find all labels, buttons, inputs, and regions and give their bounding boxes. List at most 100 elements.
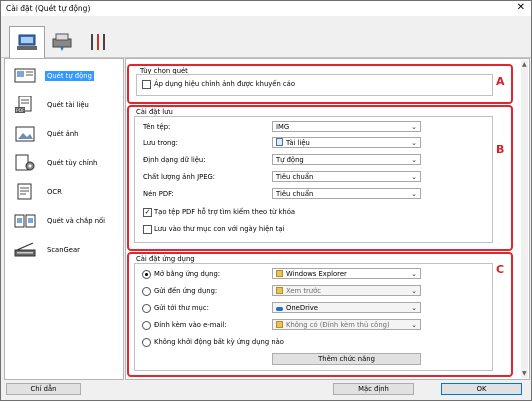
- no-app-radio[interactable]: [142, 338, 151, 347]
- preview-app-icon: [276, 287, 283, 294]
- data-format-value: Tự động: [276, 156, 304, 164]
- save-in-label: Lưu trong:: [143, 139, 178, 147]
- sidebar-item-scan-stitch[interactable]: Quét và chắp nối: [5, 207, 123, 236]
- pdf-compress-select[interactable]: Tiêu chuẩn ⌄: [272, 188, 421, 199]
- send-to-folder-label: Gửi tới thư mục:: [154, 304, 209, 312]
- defaults-button[interactable]: Mặc định: [333, 383, 414, 395]
- photo-scan-icon: [15, 126, 35, 142]
- sidebar-item-label: Quét và chắp nối: [47, 217, 106, 225]
- scroll-up-icon[interactable]: ▲: [522, 61, 527, 68]
- scan-from-computer-icon: [17, 34, 37, 50]
- chevron-down-icon[interactable]: ⌄: [411, 286, 417, 297]
- scan-from-panel-icon: [52, 33, 72, 51]
- attach-email-label: Đính kèm vào e-mail:: [154, 321, 227, 329]
- sidebar-item-label: Quét tùy chỉnh: [47, 159, 98, 167]
- sidebar-item-label: ScanGear: [47, 246, 80, 254]
- file-name-label: Tên tệp:: [143, 123, 171, 131]
- no-app-label: Không khởi động bất kỳ ứng dụng nào: [154, 338, 284, 346]
- sidebar-item-scangear[interactable]: ScanGear: [5, 236, 123, 265]
- callout-letter-c: C: [496, 263, 505, 276]
- pdf-compress-value: Tiêu chuẩn: [276, 190, 314, 198]
- save-settings-title: Cài đặt lưu: [136, 108, 173, 116]
- onedrive-icon: [276, 307, 283, 311]
- settings-window: Cài đặt (Quét tự động) ✕ Quét tự động PD…: [0, 0, 532, 401]
- send-to-app-value: Xem trước: [286, 287, 321, 295]
- ok-button[interactable]: OK: [441, 383, 522, 395]
- sidebar-item-label: OCR: [47, 188, 62, 196]
- save-in-combo[interactable]: Tài liệu ⌄: [272, 137, 421, 148]
- chevron-down-icon[interactable]: ⌄: [411, 138, 417, 149]
- chevron-down-icon[interactable]: ⌄: [411, 303, 417, 314]
- attach-email-select[interactable]: Không có (Đính kèm thủ công) ⌄: [272, 319, 421, 330]
- sidebar-item-ocr[interactable]: OCR: [5, 178, 123, 207]
- title-bar: Cài đặt (Quét tự động) ✕: [1, 1, 531, 16]
- tools-icon: [91, 34, 105, 50]
- send-to-folder-value: OneDrive: [286, 304, 318, 312]
- custom-scan-icon: [15, 154, 35, 171]
- open-with-value: Windows Explorer: [286, 270, 347, 278]
- attach-email-value: Không có (Đính kèm thủ công): [286, 321, 390, 329]
- tab-tools[interactable]: [81, 27, 115, 57]
- svg-text:PDF: PDF: [16, 108, 25, 114]
- top-tab-bar: [1, 17, 531, 58]
- jpeg-quality-label: Chất lượng ảnh JPEG:: [143, 173, 216, 181]
- chevron-down-icon[interactable]: ⌄: [411, 155, 417, 166]
- chevron-down-icon[interactable]: ⌄: [411, 122, 417, 133]
- sidebar-item-auto-scan[interactable]: Quét tự động: [5, 62, 123, 91]
- file-name-combo[interactable]: IMG ⌄: [272, 121, 421, 132]
- subfolder-date-checkbox[interactable]: [143, 225, 152, 234]
- subfolder-date-label: Lưu vào thư mục con với ngày hiện tại: [154, 225, 285, 233]
- jpeg-quality-select[interactable]: Tiêu chuẩn ⌄: [272, 171, 421, 182]
- send-to-app-select[interactable]: Xem trước ⌄: [272, 285, 421, 296]
- settings-content: ▲ ▼ A Tùy chọn quét Áp dụng hiệu chỉnh ả…: [125, 58, 530, 380]
- app-settings-title: Cài đặt ứng dụng: [136, 255, 195, 263]
- searchable-pdf-checkbox[interactable]: ✓: [143, 208, 152, 217]
- scan-mode-sidebar: Quét tự động PDF Quét tài liệu Quét ảnh …: [4, 58, 124, 380]
- save-in-value: Tài liệu: [286, 139, 310, 147]
- send-to-app-label: Gửi đến ứng dụng:: [154, 287, 218, 295]
- documents-folder-icon: [276, 138, 283, 146]
- callout-letter-b: B: [496, 143, 505, 156]
- send-to-folder-select[interactable]: OneDrive ⌄: [272, 302, 421, 313]
- tab-scan-from-computer[interactable]: [9, 26, 45, 58]
- jpeg-quality-value: Tiêu chuẩn: [276, 173, 314, 181]
- sidebar-item-custom-scan[interactable]: Quét tùy chỉnh: [5, 149, 123, 178]
- auto-scan-icon: [14, 68, 36, 83]
- attach-email-radio[interactable]: [142, 321, 151, 330]
- chevron-down-icon[interactable]: ⌄: [411, 172, 417, 183]
- window-title: Cài đặt (Quét tự động): [6, 4, 91, 13]
- instructions-button[interactable]: Chỉ dẫn: [6, 383, 81, 395]
- apply-correction-checkbox[interactable]: [142, 80, 151, 89]
- file-name-value: IMG: [276, 123, 290, 131]
- apply-correction-label: Áp dụng hiệu chỉnh ảnh được khuyến cáo: [154, 80, 295, 88]
- scroll-down-icon[interactable]: ▼: [522, 370, 527, 377]
- send-to-app-radio[interactable]: [142, 287, 151, 296]
- document-scan-icon: PDF: [15, 96, 32, 114]
- sidebar-item-photo-scan[interactable]: Quét ảnh: [5, 120, 123, 149]
- email-client-icon: [276, 321, 283, 328]
- open-with-select[interactable]: Windows Explorer ⌄: [272, 268, 421, 279]
- data-format-select[interactable]: Tự động ⌄: [272, 154, 421, 165]
- send-to-folder-radio[interactable]: [142, 304, 151, 313]
- chevron-down-icon[interactable]: ⌄: [411, 189, 417, 200]
- sidebar-item-label: Quét tự động: [45, 71, 94, 81]
- open-with-radio[interactable]: [142, 270, 151, 279]
- scangear-icon: [14, 242, 36, 257]
- sidebar-item-label: Quét ảnh: [47, 130, 79, 138]
- sidebar-item-document-scan[interactable]: PDF Quét tài liệu: [5, 91, 123, 120]
- callout-letter-a: A: [496, 75, 505, 88]
- open-with-label: Mở bằng ứng dụng:: [154, 270, 221, 278]
- close-icon[interactable]: ✕: [517, 2, 525, 13]
- folder-icon: [276, 270, 283, 277]
- chevron-down-icon[interactable]: ⌄: [411, 320, 417, 331]
- add-function-button[interactable]: Thêm chức năng: [272, 353, 421, 365]
- searchable-pdf-label: Tạo tệp PDF hỗ trợ tìm kiếm theo từ khóa: [154, 208, 296, 216]
- scan-stitch-icon: [14, 214, 36, 228]
- chevron-down-icon[interactable]: ⌄: [411, 269, 417, 280]
- ocr-icon: [17, 183, 32, 200]
- tab-scan-from-panel[interactable]: [45, 27, 79, 57]
- content-scrollbar[interactable]: ▲ ▼: [521, 60, 528, 378]
- pdf-compress-label: Nén PDF:: [143, 190, 174, 198]
- sidebar-item-label: Quét tài liệu: [47, 101, 89, 109]
- data-format-label: Định dạng dữ liệu:: [143, 156, 206, 164]
